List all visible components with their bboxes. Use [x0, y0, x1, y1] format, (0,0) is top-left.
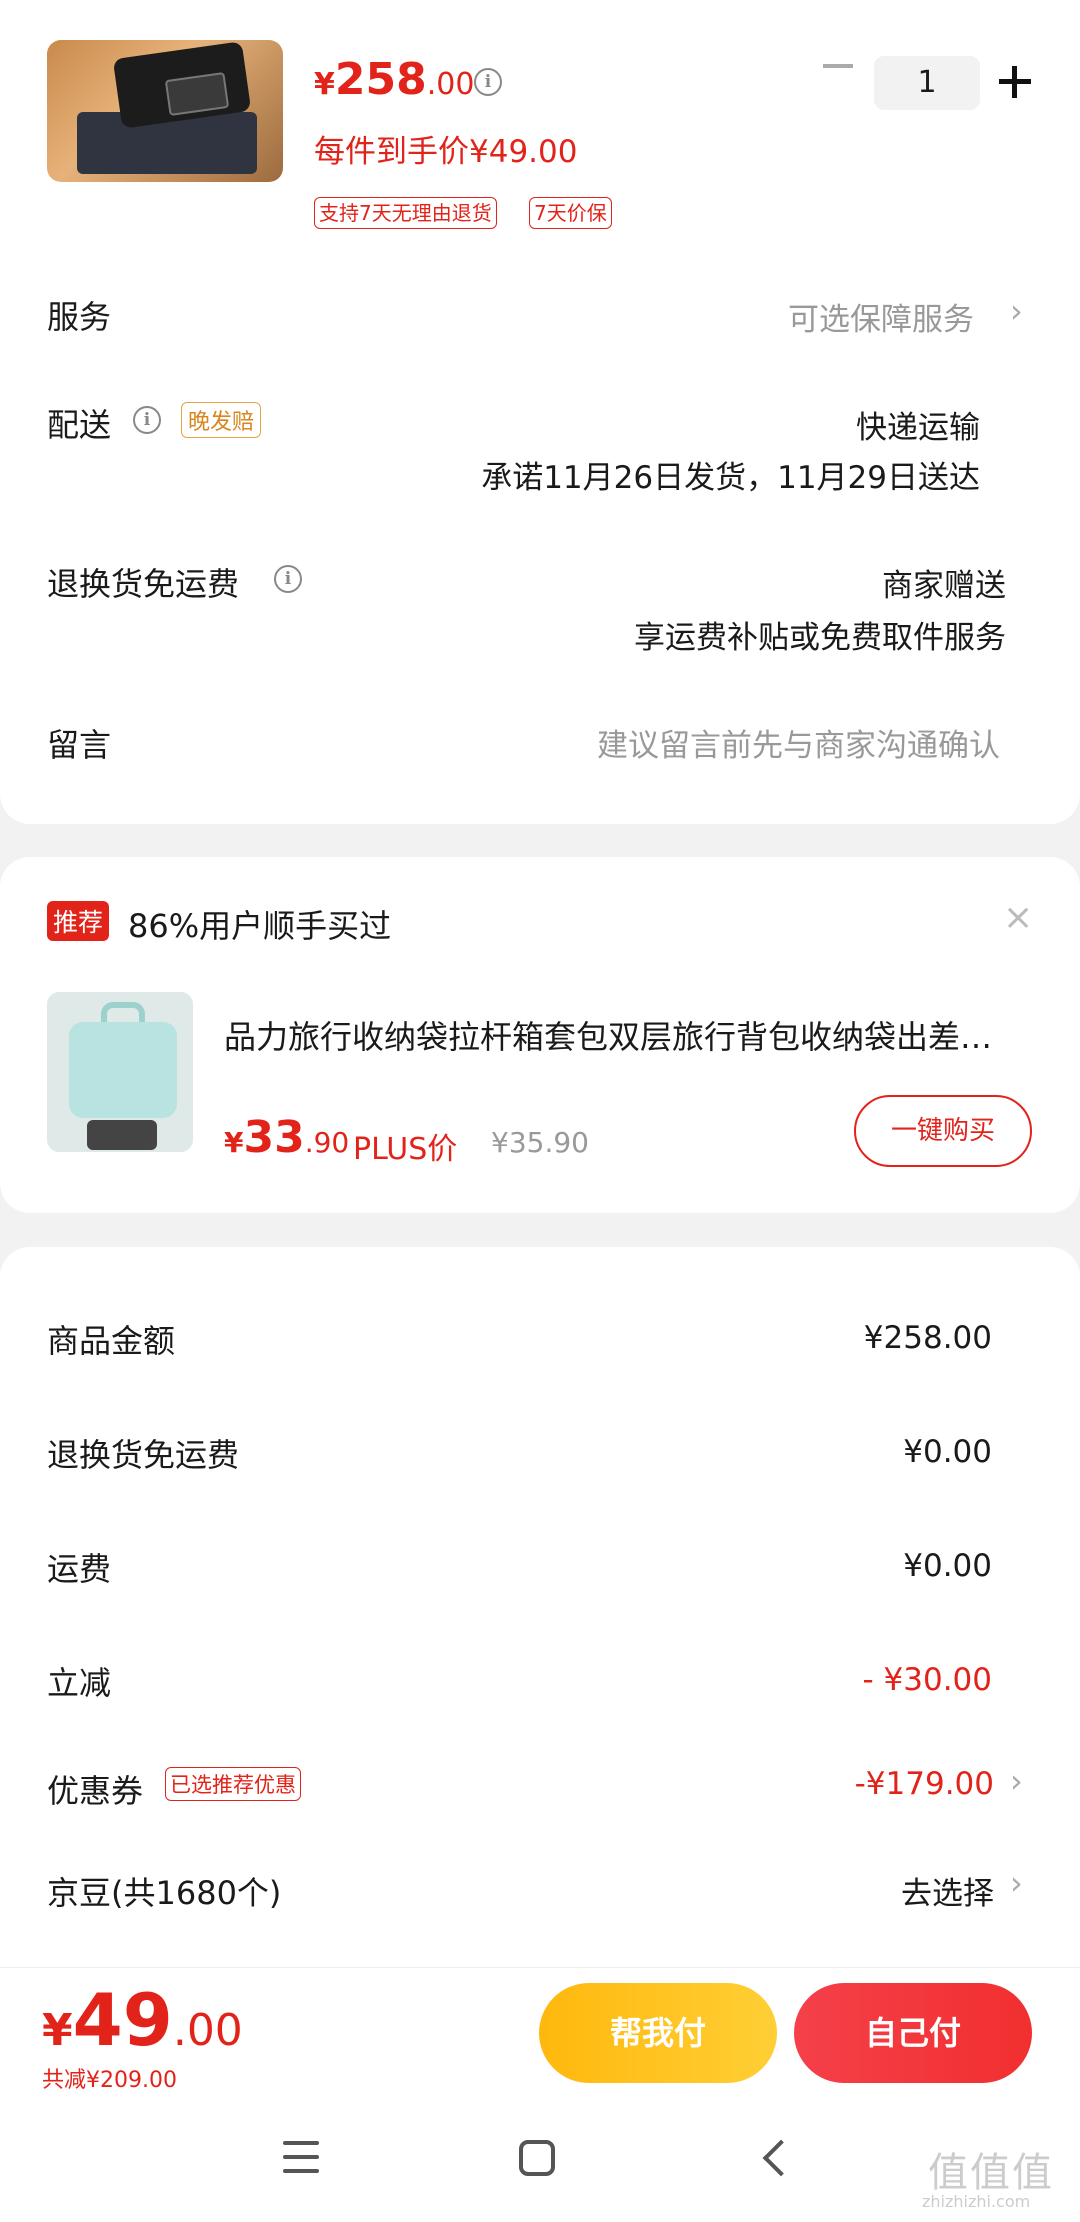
coupon-label[interactable]: 优惠券 — [47, 1766, 143, 1812]
total-price: ¥49.00 — [42, 1978, 243, 2062]
message-label: 留言 — [47, 726, 112, 764]
delivery-promise[interactable]: 承诺11月26日发货，11月29日送达 — [481, 452, 980, 497]
delivery-info-icon[interactable]: i — [133, 406, 161, 434]
product-image[interactable] — [47, 40, 283, 182]
shipping-value: ¥0.00 — [903, 1548, 992, 1584]
goods-amount-label: 商品金额 — [47, 1322, 176, 1360]
back-icon[interactable] — [760, 2140, 786, 2176]
return-freight-summary-label: 退换货免运费 — [47, 1436, 240, 1474]
recommend-title: 86%用户顺手买过 — [128, 907, 392, 945]
price-protect-tag: 7天价保 — [529, 197, 612, 229]
discount-label: 立减 — [47, 1664, 112, 1702]
goods-amount-value: ¥258.00 — [863, 1320, 992, 1356]
delivery-method[interactable]: 快递运输 — [856, 402, 980, 447]
recommend-original-price: ¥35.90 — [491, 1126, 589, 1159]
service-label: 服务 — [47, 298, 112, 336]
watermark-logo: 值值值 — [928, 2150, 1054, 2196]
unit-price: 每件到手价¥49.00 — [314, 134, 578, 170]
product-price: ¥258.00 — [314, 54, 475, 105]
coupon-selected-tag: 已选推荐优惠 — [165, 1767, 301, 1801]
price-info-icon[interactable]: i — [474, 68, 502, 96]
pay-myself-button[interactable]: 自己付 — [794, 1983, 1032, 2083]
return-freight-desc[interactable]: 享运费补贴或免费取件服务 — [634, 612, 1006, 657]
one-click-buy-button[interactable]: 一键购买 — [854, 1095, 1032, 1167]
return-freight-label: 退换货免运费 — [47, 565, 240, 603]
quantity-increase-button[interactable] — [999, 66, 1031, 98]
recommend-item-image[interactable] — [47, 992, 193, 1152]
plus-price-label: PLUS价 — [353, 1132, 458, 1167]
jd-beans-label: 京豆(共1680个) — [47, 1874, 282, 1912]
recent-apps-icon[interactable] — [283, 2141, 319, 2173]
service-chevron-icon[interactable]: › — [1010, 292, 1023, 330]
beans-chevron-icon[interactable]: › — [1010, 1864, 1023, 1902]
delivery-label: 配送 — [47, 406, 112, 444]
late-delivery-tag: 晚发赔 — [181, 402, 262, 438]
return-freight-summary-value: ¥0.00 — [903, 1434, 992, 1470]
coupon-value[interactable]: -¥179.00 — [855, 1766, 994, 1802]
return-info-icon[interactable]: i — [274, 565, 302, 593]
help-me-pay-button[interactable]: 帮我付 — [539, 1983, 777, 2083]
home-icon[interactable] — [519, 2140, 555, 2176]
coupon-chevron-icon[interactable]: › — [1010, 1762, 1023, 1800]
service-value[interactable]: 可选保障服务 — [788, 294, 974, 339]
return-freight-value[interactable]: 商家赠送 — [882, 560, 1006, 605]
watermark-url: zhizhizhi.com — [922, 2192, 1031, 2211]
recommend-item-price: ¥33.90 — [224, 1112, 350, 1163]
total-saved: 共减¥209.00 — [42, 2068, 177, 2093]
shipping-label: 运费 — [47, 1550, 112, 1588]
return-policy-tag: 支持7天无理由退货 — [314, 197, 497, 229]
recommend-badge: 推荐 — [47, 901, 110, 941]
discount-value: - ¥30.00 — [862, 1662, 992, 1698]
close-icon[interactable]: × — [1003, 897, 1033, 938]
quantity-input[interactable]: 1 — [874, 56, 980, 110]
jd-beans-select[interactable]: 去选择 — [901, 1868, 994, 1913]
message-input[interactable]: 建议留言前先与商家沟通确认 — [597, 720, 1000, 765]
recommend-item-name[interactable]: 品力旅行收纳袋拉杆箱套包双层旅行背包收纳袋出差便携 — [224, 1012, 1004, 1058]
quantity-decrease-button[interactable] — [823, 64, 853, 68]
